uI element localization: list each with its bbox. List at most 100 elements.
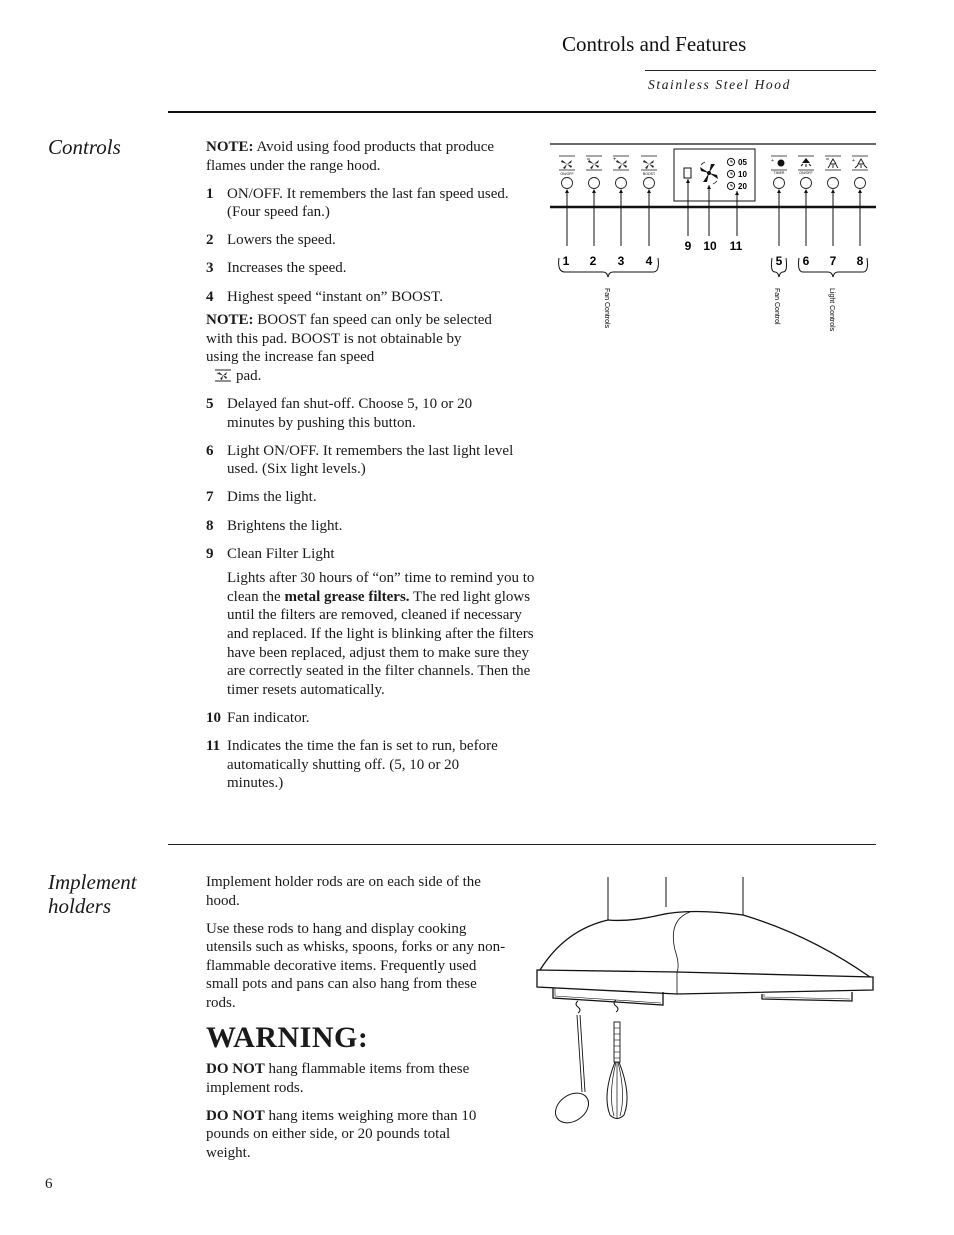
- pad-button: [588, 177, 600, 189]
- whisk: [606, 999, 628, 1119]
- label-light-controls: Light Controls: [828, 288, 835, 332]
- callout-7: 7: [830, 254, 837, 268]
- list-item: 8 Brightens the light.: [206, 517, 536, 536]
- callout-2: 2: [590, 254, 597, 268]
- item-text: Delayed fan shut-off. Choose 5, 10 or 20…: [227, 396, 473, 431]
- hood-front-panel: [536, 969, 874, 995]
- note-tail: pad.: [236, 367, 262, 384]
- heading-line: holders: [48, 894, 111, 918]
- filter-light-indicator: [683, 167, 692, 179]
- implement-para: Implement holder rods are on each side o…: [206, 874, 481, 909]
- timer-icon: [777, 159, 785, 167]
- fan-increase-icon: +: [215, 369, 231, 382]
- callout-10: 10: [703, 239, 717, 253]
- item-number: 6: [206, 442, 214, 459]
- pad-button: [615, 177, 627, 189]
- timer-05: 05: [738, 158, 747, 167]
- detail-bold: metal grease filters.: [284, 588, 410, 605]
- pad-7-light-dim: [825, 155, 841, 189]
- warning-title: WARNING:: [206, 1021, 369, 1055]
- item-text: Fan indicator.: [227, 709, 310, 726]
- header-divider: [645, 70, 876, 71]
- light-icon: [802, 158, 810, 163]
- brace-fan-controls: [558, 257, 659, 278]
- pad-5-timer: + TIMER: [771, 155, 787, 189]
- label-fan-control: Fan Control: [773, 288, 780, 325]
- page-number: 6: [45, 1176, 53, 1192]
- list-item: 10 Fan indicator.: [206, 709, 536, 728]
- filter-light-detail: Lights after 30 hours of “on” time to re…: [227, 569, 539, 699]
- list-item: 1 ON/OFF. It remembers the last fan speed…: [206, 185, 536, 222]
- item-text: ON/OFF. It remembers the last fan speed …: [227, 185, 509, 221]
- implement-para: Use these rods to hang and display cooki…: [206, 920, 506, 1012]
- pad-2-fan-decrease: [586, 155, 602, 189]
- pad-8-light-brighten: +: [852, 155, 868, 189]
- other-items-list: 5 Delayed fan shut-off. Choose 5, 10 or 2…: [206, 395, 536, 563]
- item-text: Light ON/OFF. It remembers the last ligh…: [227, 442, 514, 478]
- pad-button: [800, 177, 812, 189]
- light-dim-icon: [829, 158, 837, 165]
- pad-3-fan-increase: +: [613, 155, 629, 189]
- item-number: 10: [206, 709, 221, 726]
- callout-numbers: 9 10 11 1 2 3 4 5 6 7 8: [563, 239, 864, 268]
- item-number: 3: [206, 260, 214, 277]
- controls-heading: Controls: [48, 135, 121, 159]
- hook-icon: [575, 1000, 581, 1014]
- note-label: NOTE:: [206, 312, 254, 329]
- label-fan-controls: Fan Controls: [603, 288, 610, 329]
- list-item: 4 Highest speed “instant on” BOOST.: [206, 288, 536, 307]
- list-item: 6 Light ON/OFF. It remembers the last lig…: [206, 442, 536, 479]
- callout-4: 4: [646, 254, 653, 268]
- timer-10: 10: [738, 170, 747, 179]
- pad-button: [643, 177, 655, 189]
- item-text: Indicates the time the fan is set to run…: [227, 737, 498, 792]
- fan-icon: [561, 160, 572, 169]
- svg-text:+: +: [852, 158, 855, 164]
- item-number: 9: [206, 545, 214, 562]
- callout-3: 3: [618, 254, 625, 268]
- pad-button: [561, 177, 573, 189]
- pad-button: [854, 177, 866, 189]
- section-divider: [168, 844, 876, 845]
- callout-11: 11: [730, 239, 743, 253]
- item-number: 8: [206, 517, 214, 534]
- implement-heading: Implement holders: [48, 870, 137, 918]
- group-braces: [558, 257, 868, 278]
- implement-rod-right: [761, 992, 853, 1002]
- pad-label: BOOST: [643, 172, 656, 176]
- list-item: 3 Increases the speed.: [206, 259, 536, 278]
- fan-boost-icon: [643, 160, 654, 169]
- item-number: 11: [206, 737, 221, 754]
- callout-5: 5: [776, 254, 783, 268]
- heading-line: Implement: [48, 870, 137, 894]
- item-number: 2: [206, 232, 214, 249]
- list-item: 2 Lowers the speed.: [206, 231, 536, 250]
- implement-body: Implement holder rods are on each side o…: [206, 873, 506, 1172]
- hood-ridge: [672, 911, 691, 973]
- fan-increase-icon: [616, 160, 627, 169]
- pad-button: [773, 177, 785, 189]
- pad-4-boost: BOOST: [641, 155, 657, 189]
- svg-text:+: +: [216, 372, 219, 377]
- warning-bold: DO NOT: [206, 1107, 265, 1124]
- pad-1-fan-on-off: ON/OFF: [559, 155, 575, 189]
- item-number: 7: [206, 489, 214, 506]
- callout-8: 8: [857, 254, 864, 268]
- control-panel-diagram: ON/OFF + BOOST 05 10 20 + TIMER ON/OFF +…: [550, 143, 876, 332]
- ladle: [554, 1000, 590, 1124]
- product-subtitle: Stainless Steel Hood: [648, 77, 791, 92]
- controls-body: NOTE: Avoid using food products that pro…: [206, 138, 536, 802]
- item-text: Lowers the speed.: [227, 232, 336, 249]
- pad-6-light-on-off: ON/OFF: [798, 155, 814, 189]
- light-brighten-icon: [857, 158, 865, 165]
- list-item: 5 Delayed fan shut-off. Choose 5, 10 or 2…: [206, 395, 536, 432]
- svg-text:+: +: [771, 158, 774, 164]
- list-item: 11 Indicates the time the fan is set to r…: [206, 737, 536, 793]
- hood-illustration: [536, 877, 874, 1124]
- warning-weight: DO NOT hang items weighing more than 10 …: [206, 1107, 488, 1163]
- section-divider: [168, 111, 876, 113]
- note-flames: NOTE: Avoid using food products that pro…: [206, 138, 536, 175]
- fan-decrease-icon: [588, 160, 599, 169]
- callout-6: 6: [803, 254, 810, 268]
- pad-label: TIMER: [774, 171, 785, 175]
